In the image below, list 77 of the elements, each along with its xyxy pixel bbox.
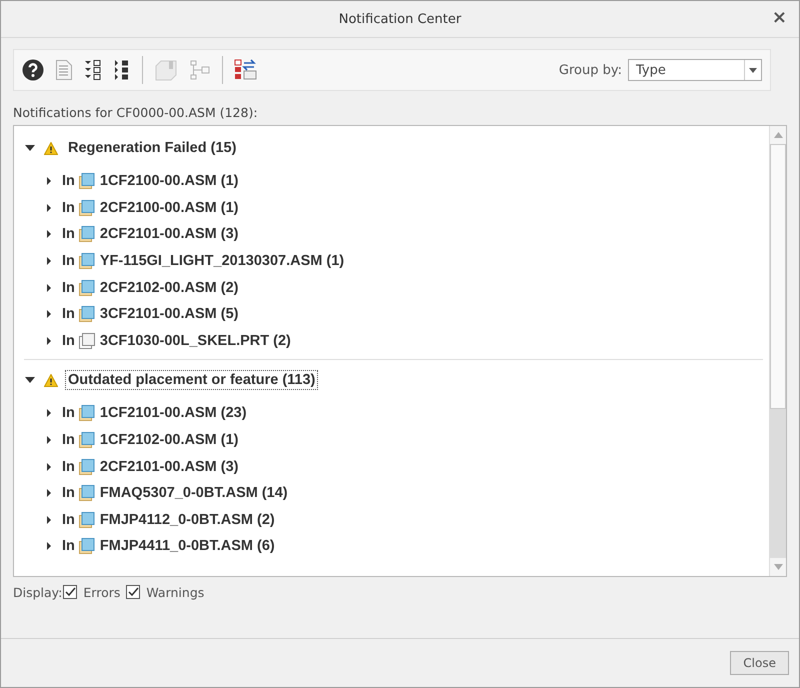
- expander-icon[interactable]: [46, 336, 52, 345]
- assembly-icon: [78, 200, 95, 216]
- location-prefix: In: [62, 512, 75, 528]
- checkbox[interactable]: [63, 585, 78, 599]
- expander-icon[interactable]: [46, 230, 52, 238]
- assembly-icon: [78, 458, 95, 475]
- expander-icon[interactable]: [46, 462, 52, 471]
- expander-icon[interactable]: [46, 516, 52, 524]
- model-name[interactable]: 3CF2101-00.ASM (5): [100, 306, 238, 322]
- location-prefix: In: [62, 332, 75, 349]
- model-name[interactable]: FMJP4411_0-0BT.ASM (6): [100, 538, 275, 554]
- model-name[interactable]: 2CF2102-00.ASM (2): [100, 280, 238, 296]
- location-prefix: In: [62, 306, 75, 322]
- expander-icon[interactable]: [46, 257, 52, 266]
- model-name[interactable]: 2CF2100-00.ASM (1): [100, 200, 238, 216]
- group-by-label: Group by:: [558, 62, 622, 78]
- location-prefix: In: [62, 226, 75, 242]
- model-name[interactable]: 1CF2102-00.ASM (1): [100, 432, 238, 448]
- assembly-icon: [78, 226, 95, 242]
- close-button[interactable]: ×: [768, 8, 791, 28]
- model-name[interactable]: 3CF1030-00L_SKEL.PRT (2): [100, 332, 291, 349]
- expander-icon[interactable]: [46, 310, 52, 318]
- expander-icon[interactable]: [25, 375, 35, 386]
- location-prefix: In: [62, 253, 75, 270]
- assembly-icon: [78, 432, 95, 448]
- expander-icon[interactable]: [46, 542, 52, 550]
- expander-icon[interactable]: [25, 143, 35, 153]
- model-name[interactable]: FMJP4112_0-0BT.ASM (2): [100, 512, 275, 528]
- location-prefix: In: [62, 405, 75, 422]
- checkbox[interactable]: [126, 585, 140, 599]
- collapse-tree-icon[interactable]: [113, 59, 131, 81]
- location-prefix: In: [62, 458, 75, 475]
- expand-tree-icon[interactable]: [84, 59, 102, 81]
- expander-icon[interactable]: [46, 489, 52, 498]
- location-prefix: In: [62, 538, 75, 554]
- assembly-icon: [78, 485, 95, 502]
- assembly-icon: [78, 512, 95, 528]
- scrollbar[interactable]: [769, 126, 786, 576]
- location-prefix: In: [62, 432, 75, 448]
- checkbox-label: Warnings: [146, 584, 204, 600]
- expander-icon[interactable]: [46, 436, 52, 444]
- location-prefix: In: [62, 173, 75, 190]
- group-title[interactable]: Outdated placement or feature (113): [65, 370, 318, 390]
- model-name[interactable]: 2CF2101-00.ASM (3): [100, 458, 238, 475]
- part-icon: [78, 332, 95, 349]
- location-prefix: In: [62, 280, 75, 296]
- location-prefix: In: [62, 485, 75, 502]
- document-list-icon[interactable]: [55, 59, 73, 81]
- model-name[interactable]: 1CF2101-00.ASM (23): [100, 405, 247, 422]
- model-name[interactable]: 2CF2101-00.ASM (3): [100, 226, 238, 242]
- warning-icon: [44, 142, 58, 154]
- scroll-thumb[interactable]: [770, 144, 786, 409]
- group-title[interactable]: Regeneration Failed (15): [65, 138, 240, 158]
- swap-icon[interactable]: [234, 59, 258, 81]
- caret-icon: [749, 68, 757, 72]
- model-name[interactable]: FMAQ5307_0-0BT.ASM (14): [100, 485, 288, 502]
- group-by-dropdown[interactable]: Type: [628, 59, 762, 81]
- model-name[interactable]: YF-115GI_LIGHT_20130307.ASM (1): [100, 253, 344, 270]
- model-name[interactable]: 1CF2100-00.ASM (1): [100, 173, 238, 190]
- assembly-icon: [78, 538, 95, 554]
- location-prefix: In: [62, 200, 75, 216]
- expander-icon[interactable]: [46, 204, 52, 212]
- notifications-summary: Notifications for CF0000-00.ASM (128):: [13, 105, 259, 122]
- warning-icon: [44, 374, 58, 387]
- assembly-icon: [78, 306, 95, 322]
- assembly-icon: [78, 173, 95, 190]
- display-label: Display:: [13, 584, 62, 600]
- expander-icon[interactable]: [46, 177, 52, 186]
- assembly-icon: [78, 253, 95, 270]
- expander-icon[interactable]: [46, 409, 52, 418]
- window-title: Notification Center: [338, 12, 462, 26]
- close-dialog-button[interactable]: Close: [730, 651, 789, 675]
- expander-icon[interactable]: [46, 284, 52, 292]
- help-icon[interactable]: [22, 59, 44, 81]
- assembly-icon: [78, 405, 95, 422]
- checkbox-label: Errors: [83, 584, 120, 600]
- assembly-icon: [78, 280, 95, 296]
